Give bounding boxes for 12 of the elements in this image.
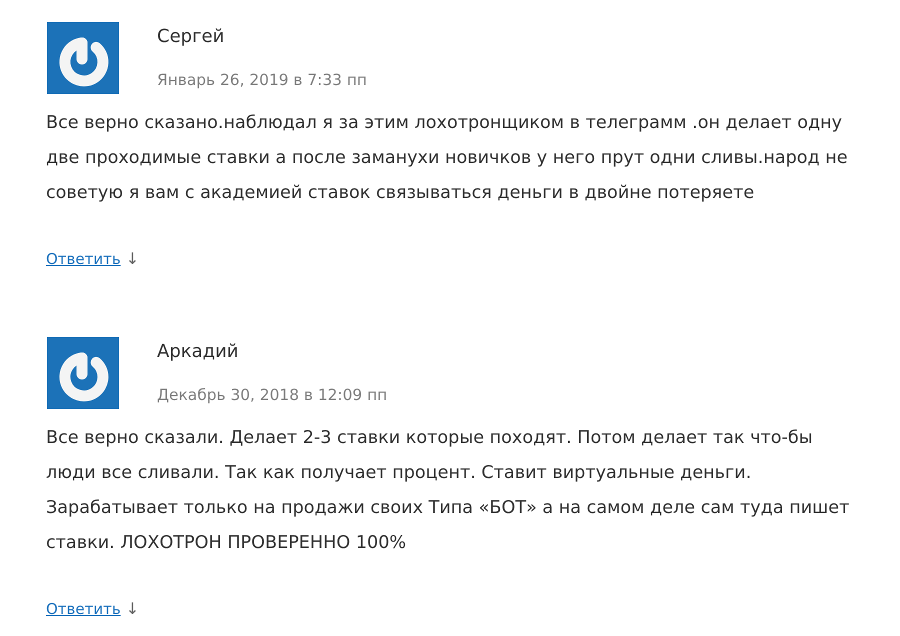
comment-author: Аркадий xyxy=(157,340,240,364)
comment-text: Все верно сказали. Делает 2-3 ставки которые походят. Потом делает так что-бы люди все сливали. Так как получает процент. Ставит виртуальные деньги. Зарабатывает только на продажи своих Типа «БОТ» а на самом деле сам туда пишет ставки. ЛОХОТРОН ПРОВЕРЕННО 100% xyxy=(46,427,850,555)
reply-link[interactable]: Ответить xyxy=(46,599,121,619)
down-arrow-icon: ↓ xyxy=(126,249,140,269)
down-arrow-icon: ↓ xyxy=(126,599,140,619)
comment-author: Сергей xyxy=(157,25,226,49)
avatar-icon xyxy=(47,337,119,409)
comment-date: Декабрь 30, 2018 в 12:09 пп xyxy=(157,385,388,405)
comment-date: Январь 26, 2019 в 7:33 пп xyxy=(157,70,367,90)
avatar-icon xyxy=(47,22,119,94)
comment-text: Все верно сказано.наблюдал я за этим лохотронщиком в телеграмм .он делает одну две проходимые ставки а после заманухи новичков у него прут одни сливы.народ не советую я вам с академией ставок связываться деньги в двойне потеряете xyxy=(46,112,849,205)
reply-link[interactable]: Ответить xyxy=(46,249,121,269)
